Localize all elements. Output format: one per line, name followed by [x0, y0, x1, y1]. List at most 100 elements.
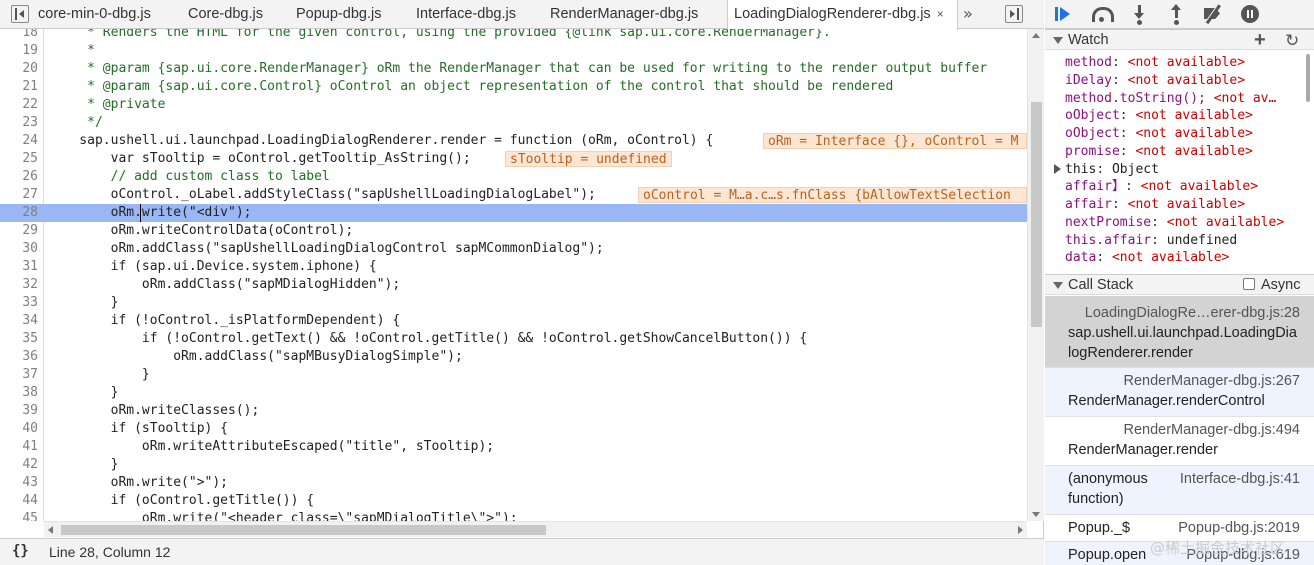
watch-value: <not available>: [1127, 197, 1246, 212]
tab-loadingdialogrenderer-dbg[interactable]: LoadingDialogRenderer-dbg.js ×: [727, 0, 958, 30]
code-line: 32 oRm.addClass("sapMDialogHidden");: [0, 276, 1027, 294]
line-number: 27: [22, 187, 38, 202]
tab-label: core-min-0-dbg.js: [38, 6, 151, 22]
watch-item[interactable]: oObject: <not available>: [1065, 125, 1253, 143]
frame-location: Interface-dbg.js:41: [1179, 471, 1300, 487]
deactivate-breakpoints-icon[interactable]: [1202, 4, 1224, 24]
call-frame[interactable]: LoadingDialogRe…erer-dbg.js:28 sap.ushel…: [1045, 296, 1314, 368]
watch-item[interactable]: promise: <not available>: [1065, 143, 1253, 161]
step-into-icon[interactable]: [1129, 4, 1151, 25]
watch-scrollbar[interactable]: [1305, 51, 1313, 268]
expand-triangle-icon[interactable]: [1054, 164, 1061, 174]
tab-popup-dbg[interactable]: Popup-dbg.js: [296, 0, 381, 29]
code-editor[interactable]: 18 * Renders the HTML for the given cont…: [0, 29, 1044, 521]
debugger-toolbar: [1045, 0, 1314, 29]
call-stack-section-header[interactable]: Call Stack Async: [1045, 274, 1314, 295]
line-text: if (!oControl.getText() && !oControl.get…: [48, 331, 808, 346]
line-number: 25: [22, 151, 38, 166]
step-over-icon[interactable]: [1091, 4, 1114, 24]
line-number: 32: [22, 277, 38, 292]
line-text: }: [48, 385, 119, 400]
close-icon[interactable]: ×: [937, 0, 944, 29]
frame-location: Popup-dbg.js:2019: [1178, 520, 1300, 536]
call-frame[interactable]: RenderManager-dbg.js:494 RenderManager.r…: [1045, 417, 1314, 466]
watch-section-header[interactable]: Watch + ↻: [1045, 29, 1314, 50]
scroll-left-icon[interactable]: [48, 526, 53, 534]
line-number: 28: [22, 205, 38, 220]
scroll-down-icon[interactable]: [1032, 512, 1040, 517]
pretty-print-icon[interactable]: {}: [12, 543, 29, 559]
code-line: 38 }: [0, 384, 1027, 402]
line-text: oRm.addClass("sapMDialogHidden");: [48, 277, 401, 292]
tab-core-dbg[interactable]: Core-dbg.js: [188, 0, 263, 29]
refresh-icon[interactable]: ↻: [1285, 30, 1299, 51]
watch-item[interactable]: this: Object: [1065, 161, 1159, 179]
tab-rendermanager-dbg[interactable]: RenderManager-dbg.js: [550, 0, 698, 29]
code-line: 43 oRm.write(">");: [0, 474, 1027, 492]
watch-value: Object: [1111, 162, 1159, 177]
code-line: 27 oControl._oLabel.addStyleClass("sapUs…: [0, 186, 1027, 204]
tab-overflow-chevron-icon[interactable]: »: [963, 0, 973, 29]
code-line: 41 oRm.writeAttributeEscaped("title", sT…: [0, 438, 1027, 456]
call-frame[interactable]: Interface-dbg.js:41 (anonymous function): [1045, 466, 1314, 515]
call-frame[interactable]: RenderManager-dbg.js:267 RenderManager.r…: [1045, 368, 1314, 417]
debugger-sidebar: Watch + ↻ method: <not available> iDelay…: [1045, 0, 1314, 565]
inline-value: oRm = Interface {}, oControl = M: [763, 133, 1027, 149]
watch-item[interactable]: data: <not available>: [1065, 249, 1229, 267]
code-line: 25 var sTooltip = oControl.getTooltip_As…: [0, 150, 1027, 168]
code-line: 18 * Renders the HTML for the given cont…: [0, 29, 1027, 42]
code-line: 37 }: [0, 366, 1027, 384]
line-number: 37: [22, 367, 38, 382]
code-line: 19 *: [0, 42, 1027, 60]
scrollbar-thumb[interactable]: [1306, 54, 1310, 102]
scrollbar-thumb[interactable]: [61, 525, 546, 535]
code-line: 44 if (oControl.getTitle()) {: [0, 492, 1027, 510]
watch-item[interactable]: this.affair: undefined: [1065, 232, 1237, 250]
step-out-icon[interactable]: [1166, 4, 1188, 25]
line-number: 42: [22, 457, 38, 472]
watch-value: <not av…: [1213, 91, 1277, 106]
code-line: 26 // add custom class to label: [0, 168, 1027, 186]
text-cursor: [140, 204, 141, 222]
line-number: 41: [22, 439, 38, 454]
scroll-right-icon[interactable]: [1018, 526, 1023, 534]
horizontal-scrollbar[interactable]: [44, 521, 1027, 537]
line-number: 34: [22, 313, 38, 328]
watch-item[interactable]: iDelay: <not available>: [1065, 72, 1245, 90]
frame-name: (anonymous: [1068, 471, 1148, 487]
line-text: */: [48, 115, 103, 130]
frame-location: RenderManager-dbg.js:267: [1123, 373, 1300, 389]
frame-location: LoadingDialogRe…erer-dbg.js:28: [1084, 305, 1300, 321]
watch-item[interactable]: method: <not available>: [1065, 54, 1245, 72]
watch-item[interactable]: method.toString(); <not av…: [1065, 90, 1276, 108]
tab-interface-dbg[interactable]: Interface-dbg.js: [416, 0, 516, 29]
frame-name: Popup._$: [1068, 520, 1131, 536]
add-icon[interactable]: +: [1254, 30, 1266, 50]
collapse-triangle-icon[interactable]: [1053, 37, 1063, 44]
line-text: * @param {sap.ui.core.Control} oControl …: [48, 79, 894, 94]
pause-on-exceptions-icon[interactable]: [1240, 4, 1262, 24]
watch-item[interactable]: oObject: <not available>: [1065, 107, 1253, 125]
toggle-debugger-icon[interactable]: [1005, 5, 1023, 23]
code-line: 42 }: [0, 456, 1027, 474]
scroll-up-icon[interactable]: [1032, 33, 1040, 38]
collapse-triangle-icon[interactable]: [1053, 282, 1063, 289]
code-line: 36 oRm.addClass("sapMBusyDialogSimple");: [0, 348, 1027, 366]
vertical-scrollbar[interactable]: [1027, 29, 1044, 521]
watch-item[interactable]: affair: <not available>: [1065, 196, 1245, 214]
line-text: var sTooltip = oControl.getTooltip_AsStr…: [48, 151, 471, 166]
watch-item[interactable]: nextPromise: <not available>: [1065, 214, 1284, 232]
line-number: 22: [22, 97, 38, 112]
watch-item[interactable]: affair】: <not available>: [1065, 178, 1258, 196]
line-text: * @private: [48, 97, 166, 112]
frame-name: sap.ushell.ui.launchpad.LoadingDia: [1068, 325, 1297, 341]
code-line: 30 oRm.addClass("sapUshellLoadingDialogC…: [0, 240, 1027, 258]
async-checkbox[interactable]: [1243, 278, 1255, 290]
scrollbar-thumb[interactable]: [1031, 102, 1042, 327]
resume-icon[interactable]: [1053, 4, 1075, 24]
toggle-navigator-icon[interactable]: [11, 5, 29, 23]
line-number: 39: [22, 403, 38, 418]
tab-core-min-0-dbg[interactable]: core-min-0-dbg.js: [38, 0, 151, 29]
line-text: }: [48, 367, 150, 382]
code-line-current: 28 oRm.write("<div");: [0, 204, 1027, 222]
